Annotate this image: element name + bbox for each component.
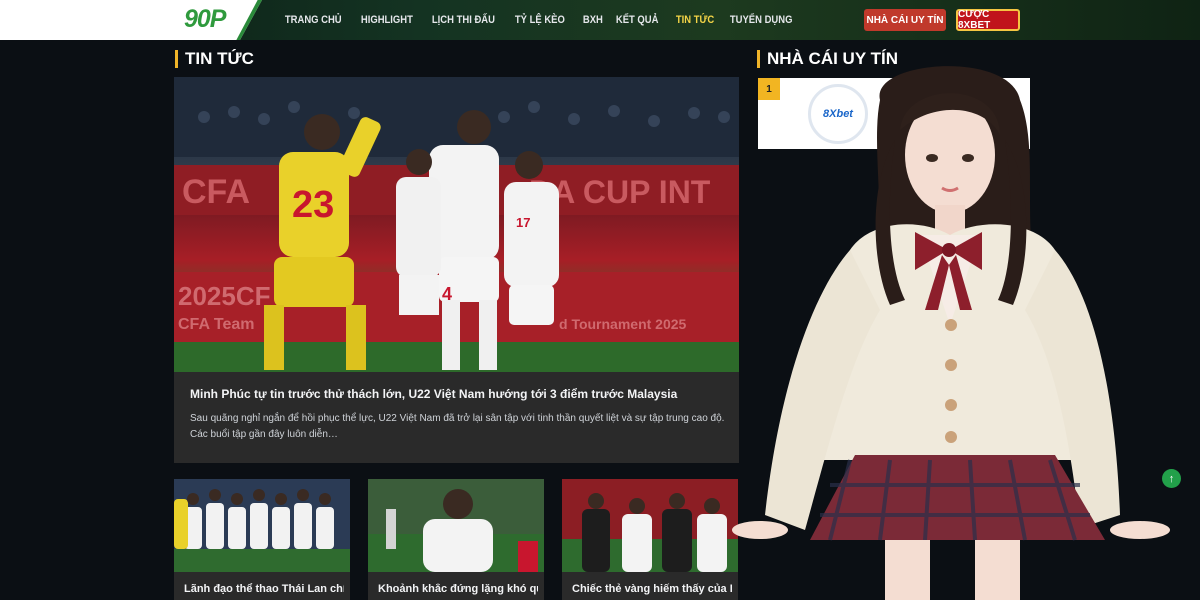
svg-text:d Tournament 2025: d Tournament 2025 xyxy=(559,316,687,332)
news-card[interactable]: Lãnh đạo thể thao Thái Lan chính xyxy=(174,479,350,600)
featured-headline[interactable]: Minh Phúc tự tin trước thử thách lớn, U2… xyxy=(190,387,725,401)
bet-8xbet-button[interactable]: CƯỢC 8XBET xyxy=(956,9,1020,31)
news-card-image[interactable] xyxy=(368,479,544,572)
nav-odds[interactable]: TỶ LỆ KÈO xyxy=(508,14,572,26)
nav-schedule[interactable]: LỊCH THI ĐẤU xyxy=(425,14,502,26)
nav-careers[interactable]: TUYỂN DỤNG xyxy=(723,14,799,26)
main-nav: TRANG CHỦ HIGHLIGHT LỊCH THI ĐẤU TỶ LỆ K… xyxy=(278,0,806,40)
news-section-title: TIN TỨC xyxy=(175,50,254,68)
site-logo[interactable]: 90P xyxy=(184,5,225,34)
featured-summary: Sau quãng nghỉ ngắn để hồi phục thể lực,… xyxy=(190,413,725,440)
svg-text:2025CF: 2025CF xyxy=(178,281,271,311)
news-card[interactable]: Chiếc thẻ vàng hiếm thấy của HLV xyxy=(562,479,738,600)
site-header: 90P TRANG CHỦ HIGHLIGHT LỊCH THI ĐẤU TỶ … xyxy=(0,0,1200,40)
nav-results[interactable]: KẾT QUẢ xyxy=(609,14,665,26)
featured-article[interactable]: CFA DA CUP INT 2025CF CFA Team d Tournam… xyxy=(174,77,739,463)
mascot-character-illustration xyxy=(732,66,1170,600)
scroll-to-top-button[interactable]: ↑ xyxy=(1162,469,1181,488)
news-card-title[interactable]: Khoảnh khắc đứng lặng khó quên xyxy=(378,583,538,595)
football-photo-illustration: CFA DA CUP INT 2025CF CFA Team d Tournam… xyxy=(174,77,739,372)
nav-highlight[interactable]: HIGHLIGHT xyxy=(354,14,420,26)
news-card-title[interactable]: Lãnh đạo thể thao Thái Lan chính xyxy=(184,583,344,595)
referee-photo-illustration xyxy=(562,479,738,572)
svg-text:CFA: CFA xyxy=(182,173,250,211)
featured-article-image[interactable]: CFA DA CUP INT 2025CF CFA Team d Tournam… xyxy=(174,77,739,372)
trusted-bookies-button[interactable]: NHÀ CÁI UY TÍN xyxy=(864,9,946,31)
news-card-image[interactable] xyxy=(562,479,738,572)
svg-text:17: 17 xyxy=(516,215,530,230)
svg-text:4: 4 xyxy=(442,284,452,304)
player-photo-illustration xyxy=(368,479,544,572)
svg-text:23: 23 xyxy=(292,184,334,226)
news-card-image[interactable] xyxy=(174,479,350,572)
nav-home[interactable]: TRANG CHỦ xyxy=(278,14,349,26)
nav-standings[interactable]: BXH xyxy=(576,14,610,26)
news-card-title[interactable]: Chiếc thẻ vàng hiếm thấy của HLV xyxy=(572,583,732,595)
news-card[interactable]: Khoảnh khắc đứng lặng khó quên xyxy=(368,479,544,600)
logo-area[interactable]: 90P xyxy=(0,0,262,40)
nav-news[interactable]: TIN TỨC xyxy=(669,14,721,26)
team-photo-illustration xyxy=(174,479,350,572)
svg-text:CFA Team: CFA Team xyxy=(178,316,254,333)
